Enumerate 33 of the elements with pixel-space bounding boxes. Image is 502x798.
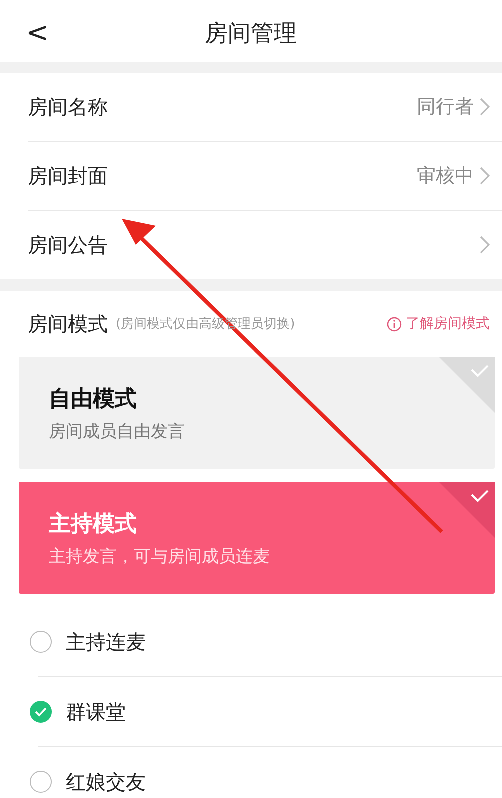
row-label: 房间公告 [28, 232, 108, 258]
option-row[interactable]: 主持连麦 [30, 607, 502, 677]
option-row[interactable]: 红娘交友 [30, 747, 502, 798]
row-label: 房间名称 [28, 94, 108, 120]
settings-row[interactable]: 房间公告 [28, 211, 502, 279]
mode-card[interactable]: 自由模式 房间成员自由发言 [19, 357, 495, 469]
mode-description: 房间成员自由发言 [49, 420, 185, 442]
chevron-icon [480, 236, 490, 254]
option-label: 主持连麦 [66, 628, 146, 656]
check-corner-icon [439, 482, 495, 538]
settings-row[interactable]: 房间封面 审核中 [28, 142, 502, 211]
back-button[interactable]: < [20, 16, 56, 49]
row-label: 房间封面 [28, 162, 108, 190]
radio-button[interactable] [30, 771, 52, 793]
option-label: 红娘交友 [66, 768, 146, 796]
chevron-icon [480, 98, 490, 116]
mode-name: 自由模式 [49, 386, 137, 414]
info-icon [387, 316, 402, 332]
option-row[interactable]: 群课堂 [30, 677, 502, 747]
radio-button[interactable] [30, 701, 52, 723]
radio-button[interactable] [30, 631, 52, 653]
check-corner-icon [439, 357, 495, 413]
chevron-icon [480, 167, 490, 185]
page-title: 房间管理 [205, 20, 297, 48]
section-title: 房间模式 [28, 310, 108, 338]
check-icon [35, 707, 47, 717]
mode-description: 主持发言，可与房间成员连麦 [49, 546, 270, 568]
row-value: 审核中 [417, 164, 474, 189]
help-link[interactable]: 了解房间模式 [387, 315, 490, 333]
mode-name: 主持模式 [49, 510, 137, 538]
row-value: 同行者 [417, 95, 474, 120]
option-label: 群课堂 [66, 698, 126, 726]
settings-row[interactable]: 房间名称 同行者 [28, 73, 502, 142]
